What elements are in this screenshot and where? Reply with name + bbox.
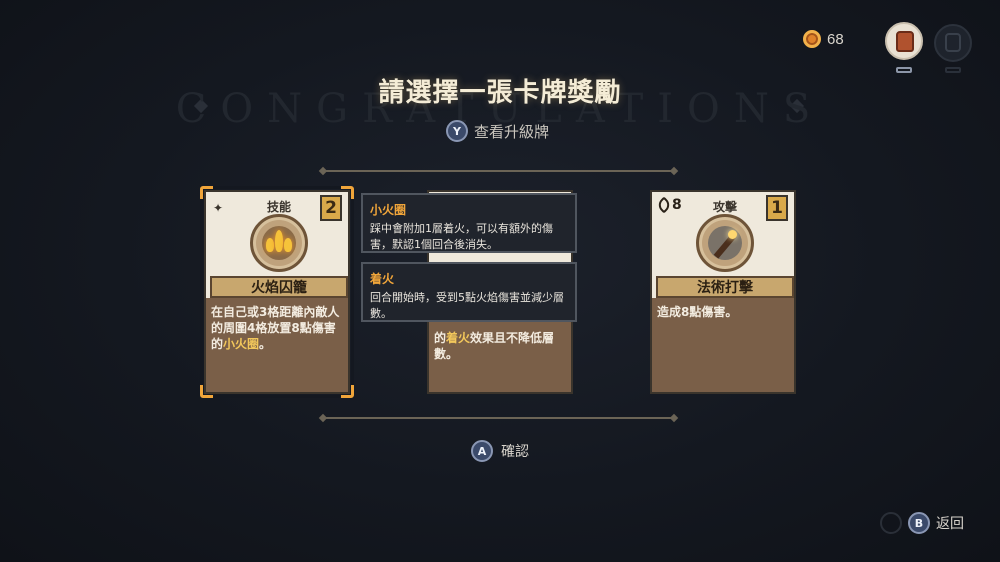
coin-icon — [803, 30, 821, 48]
card-description: 的着火效果且不降低層數。 — [434, 331, 555, 361]
y-button-icon: Y — [446, 120, 468, 142]
frame-line-top — [325, 170, 672, 172]
card-name: 火焰囚籠 — [210, 276, 348, 298]
card-description: 在自己或3格距離內敵人的周圍4格放置8點傷害的小火圈。 — [211, 305, 340, 351]
back-label: 返回 — [936, 516, 964, 532]
magic-staff-icon — [696, 214, 754, 272]
card-description: 造成8點傷害。 — [657, 305, 738, 319]
card-art-area: 8 攻擊 1 法術打擊 — [650, 190, 796, 298]
backpack-icon — [896, 31, 914, 52]
card-cost: 1 — [766, 195, 788, 221]
ghost-button-icon — [880, 512, 902, 534]
b-button-icon: B — [908, 512, 930, 534]
page-title: 請選擇一張卡牌獎勵 — [378, 78, 622, 108]
coin-count: 68 — [827, 30, 844, 48]
card-cost: 2 — [320, 195, 342, 221]
tooltip-title: 小火圈 — [370, 203, 407, 217]
view-upgrade-button[interactable]: Y 查看升級牌 — [446, 120, 549, 142]
tooltip-body: 回合開始時，受到5點火焰傷害並減少層數。 — [370, 291, 564, 320]
tooltip-burning: 着火 回合開始時，受到5點火焰傷害並減少層數。 — [361, 262, 577, 322]
back-button[interactable]: B 返回 — [880, 512, 964, 534]
card-description-area: 造成8點傷害。 — [650, 298, 796, 394]
card-art-area: ✦ 技能 2 火焰囚籠 — [204, 190, 350, 298]
tooltip-body: 踩中會附加1層着火，可以有額外的傷害，默認1個回合後消失。 — [370, 222, 553, 251]
a-button-icon: A — [471, 440, 493, 462]
tooltip-title: 着火 — [370, 272, 395, 286]
card-name: 法術打擊 — [656, 276, 794, 298]
card-description-area: 在自己或3格距離內敵人的周圍4格放置8點傷害的小火圈。 — [204, 298, 350, 394]
inventory-button[interactable] — [885, 22, 923, 60]
card-flame-cage[interactable]: ✦ 技能 2 火焰囚籠 在自己或3格距離內敵人的周圍4格放置8點傷害的小火圈。 — [204, 190, 350, 394]
card-spell-strike[interactable]: 8 攻擊 1 法術打擊 造成8點傷害。 — [650, 190, 796, 394]
tooltip-small-fire-circle: 小火圈 踩中會附加1層着火，可以有額外的傷害，默認1個回合後消失。 — [361, 193, 577, 253]
backpack-icon-inactive — [945, 33, 961, 52]
confirm-button[interactable]: A 確認 — [471, 440, 529, 462]
confirm-label: 確認 — [501, 444, 529, 460]
coin-counter: 68 — [803, 30, 844, 48]
secondary-slot-button[interactable] — [934, 24, 972, 62]
flame-cage-icon — [250, 214, 308, 272]
view-upgrade-label: 查看升級牌 — [474, 122, 550, 141]
frame-line-bottom — [325, 417, 672, 419]
